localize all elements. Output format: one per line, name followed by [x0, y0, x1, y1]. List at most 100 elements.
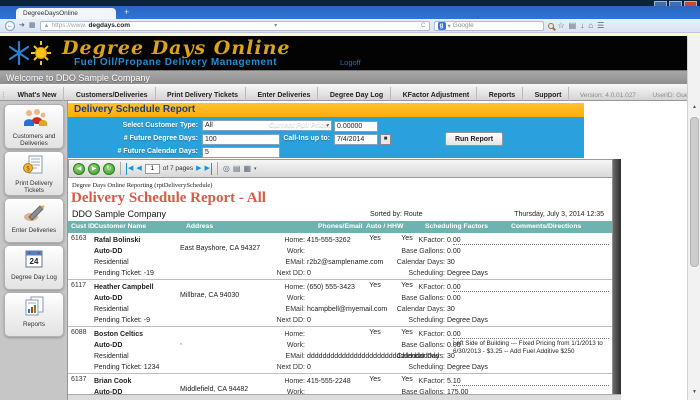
kfactor-value: 0.00: [447, 331, 461, 338]
search-engine-label: Google: [453, 22, 474, 29]
export-report-icon[interactable]: ▦: [243, 164, 251, 173]
warning-triangle-icon: ▲: [44, 23, 50, 29]
toolbar-forward-icon[interactable]: ▶: [88, 163, 100, 175]
full-price-label: Current Full Price:: [248, 122, 330, 129]
col-customer-name: Customer Name: [94, 221, 146, 233]
search-report-icon[interactable]: ◎: [223, 164, 230, 173]
calendar-picker-icon[interactable]: ■: [380, 134, 391, 145]
search-engine-caret[interactable]: ▾: [448, 22, 451, 30]
scroll-down-icon[interactable]: ▼: [689, 387, 700, 398]
col-auto-hhw: Auto / HHW: [366, 221, 403, 233]
kfactor-value: 0.00: [447, 284, 461, 291]
report-rows: 6163 Rafal Bolinski Auto-DD Residential …: [68, 233, 612, 400]
download-icon[interactable]: ↓: [580, 21, 584, 30]
star-icon[interactable]: ☆: [558, 21, 565, 30]
customer-type: Auto-DD: [94, 342, 122, 349]
sidebar-item-degree-day-log[interactable]: 24 Degree Day Log: [4, 245, 64, 290]
customer-name: Boston Celtics: [94, 331, 143, 338]
customers-icon: [21, 108, 47, 128]
bookmarks-icon[interactable]: ▤: [569, 21, 577, 30]
table-row[interactable]: 6088 Boston Celtics Auto-DD Residential …: [68, 327, 612, 374]
first-page-icon[interactable]: ◀: [126, 163, 133, 175]
scrollbar-thumb[interactable]: [690, 117, 699, 267]
browser-tab[interactable]: DegreeDaysOnline: [16, 8, 116, 19]
col-phones-email: Phones/Email: [318, 221, 363, 233]
new-tab-button[interactable]: +: [124, 7, 129, 17]
logoff-link[interactable]: Logoff: [340, 58, 361, 67]
col-address: Address: [186, 221, 213, 233]
sidebar: Customers and Deliveries $ Print Deliver…: [0, 101, 68, 400]
back-icon[interactable]: ←: [5, 21, 15, 31]
enter-deliveries-icon: [21, 202, 47, 222]
sidebar-item-label: Reports: [5, 321, 63, 328]
sidebar-item-reports[interactable]: Reports: [4, 292, 64, 337]
menu-icon[interactable]: ☰: [597, 21, 604, 30]
customer-name-block: Boston Celtics Auto-DD Residential Pendi…: [94, 329, 159, 373]
customer-type-label: Select Customer Type:: [68, 122, 198, 129]
comments-block: [453, 291, 609, 293]
report-company: DDO Sample Company: [72, 209, 166, 219]
forward-icon[interactable]: ➜: [19, 21, 25, 31]
table-header: Cust ID Customer Name Address Phones/Ema…: [68, 221, 612, 233]
pending-ticket: Pending Ticket: -19: [94, 268, 154, 279]
scroll-up-icon[interactable]: ▲: [689, 102, 700, 113]
app-title: Degree Days Online: [62, 37, 291, 59]
comment-divider: [453, 291, 609, 293]
svg-text:24: 24: [30, 257, 39, 266]
sidebar-item-enter-deliveries[interactable]: Enter Deliveries: [4, 198, 64, 243]
search-icon[interactable]: [548, 23, 554, 29]
sidebar-item-customers-deliveries[interactable]: Customers and Deliveries: [4, 104, 64, 149]
table-row[interactable]: 6117 Heather Campbell Auto-DD Residentia…: [68, 280, 612, 327]
toolbar-divider: [217, 162, 218, 175]
customer-address: ,: [180, 339, 182, 346]
url-bar[interactable]: ▲ https://www. degdays.com ▾ C: [40, 21, 430, 31]
report-horizontal-scrollbar[interactable]: [68, 394, 621, 400]
pending-ticket: Pending Ticket: 1234: [94, 362, 159, 373]
app-header: Degree Days Online Fuel Oil/Propane Deli…: [0, 36, 687, 70]
customer-name: Brian Cook: [94, 378, 131, 385]
kfactor-value: 0.00: [447, 237, 461, 244]
callins-date-input[interactable]: [334, 134, 378, 145]
print-tickets-icon: $: [21, 155, 47, 175]
search-engine-icon[interactable]: g: [438, 22, 446, 30]
future-calendar-days-input[interactable]: [202, 147, 280, 158]
toolbar-refresh-icon[interactable]: ↻: [103, 163, 115, 175]
comments-block: Left Side of Building --- Fixed Pricing …: [453, 338, 609, 356]
customer-name-block: Heather Campbell Auto-DD Residential Pen…: [94, 282, 154, 326]
full-price-input[interactable]: [334, 121, 378, 132]
browser-navbar: ← ➜ ▦ ▲ https://www. degdays.com ▾ C g ▾…: [0, 19, 700, 33]
reload-icon[interactable]: C: [421, 23, 425, 29]
toolbar-back-icon[interactable]: ◀: [73, 163, 85, 175]
export-dropdown-icon[interactable]: ▾: [254, 166, 257, 172]
report-breadcrumb: Degree Days Online Reporting (rptDeliver…: [72, 182, 212, 189]
run-report-button[interactable]: Run Report: [445, 132, 503, 146]
next-dd-value: 0: [307, 317, 311, 324]
customer-name: Rafal Bolinski: [94, 237, 140, 244]
cust-id: 6163: [71, 235, 87, 242]
search-input[interactable]: g ▾ Google: [434, 21, 544, 31]
report-datetime: Thursday, July 3, 2014 12:35: [514, 211, 604, 218]
scheduling-block: KFactor:0.00 Base Gallons:0.00 Calendar …: [326, 235, 488, 279]
report-form-panel: Select Customer Type: ▾ All # Future Deg…: [68, 117, 584, 158]
page-number-input[interactable]: [145, 164, 160, 174]
customer-name: Heather Campbell: [94, 284, 154, 291]
sidebar-item-print-delivery-tickets[interactable]: $ Print Delivery Tickets: [4, 151, 64, 196]
comment-divider: [453, 385, 609, 387]
last-page-icon[interactable]: ▶: [205, 163, 212, 175]
kfactor-value: 5.10: [447, 378, 461, 385]
report-scrollbar-track[interactable]: [612, 159, 621, 400]
calendar-days-value: 30: [447, 259, 455, 266]
prev-page-icon[interactable]: ◀: [136, 163, 141, 175]
next-page-icon[interactable]: ▶: [196, 163, 201, 175]
print-report-icon[interactable]: ▤: [233, 164, 241, 173]
page-scrollbar[interactable]: ▲ ▼: [687, 36, 700, 400]
table-row[interactable]: 6163 Rafal Bolinski Auto-DD Residential …: [68, 233, 612, 280]
scheduling-value: Degree Days: [447, 270, 488, 277]
sidebar-item-label: Degree Day Log: [5, 274, 63, 281]
sidebar-item-label: Print Delivery Tickets: [5, 180, 63, 194]
welcome-bar: Welcome to DDO Sample Company: [0, 70, 687, 84]
home-icon[interactable]: ⌂: [588, 21, 593, 30]
url-dropdown-icon[interactable]: ▾: [274, 22, 277, 29]
col-scheduling-factors: Scheduling Factors: [425, 221, 488, 233]
report-page: Degree Days Online Reporting (rptDeliver…: [68, 178, 612, 400]
